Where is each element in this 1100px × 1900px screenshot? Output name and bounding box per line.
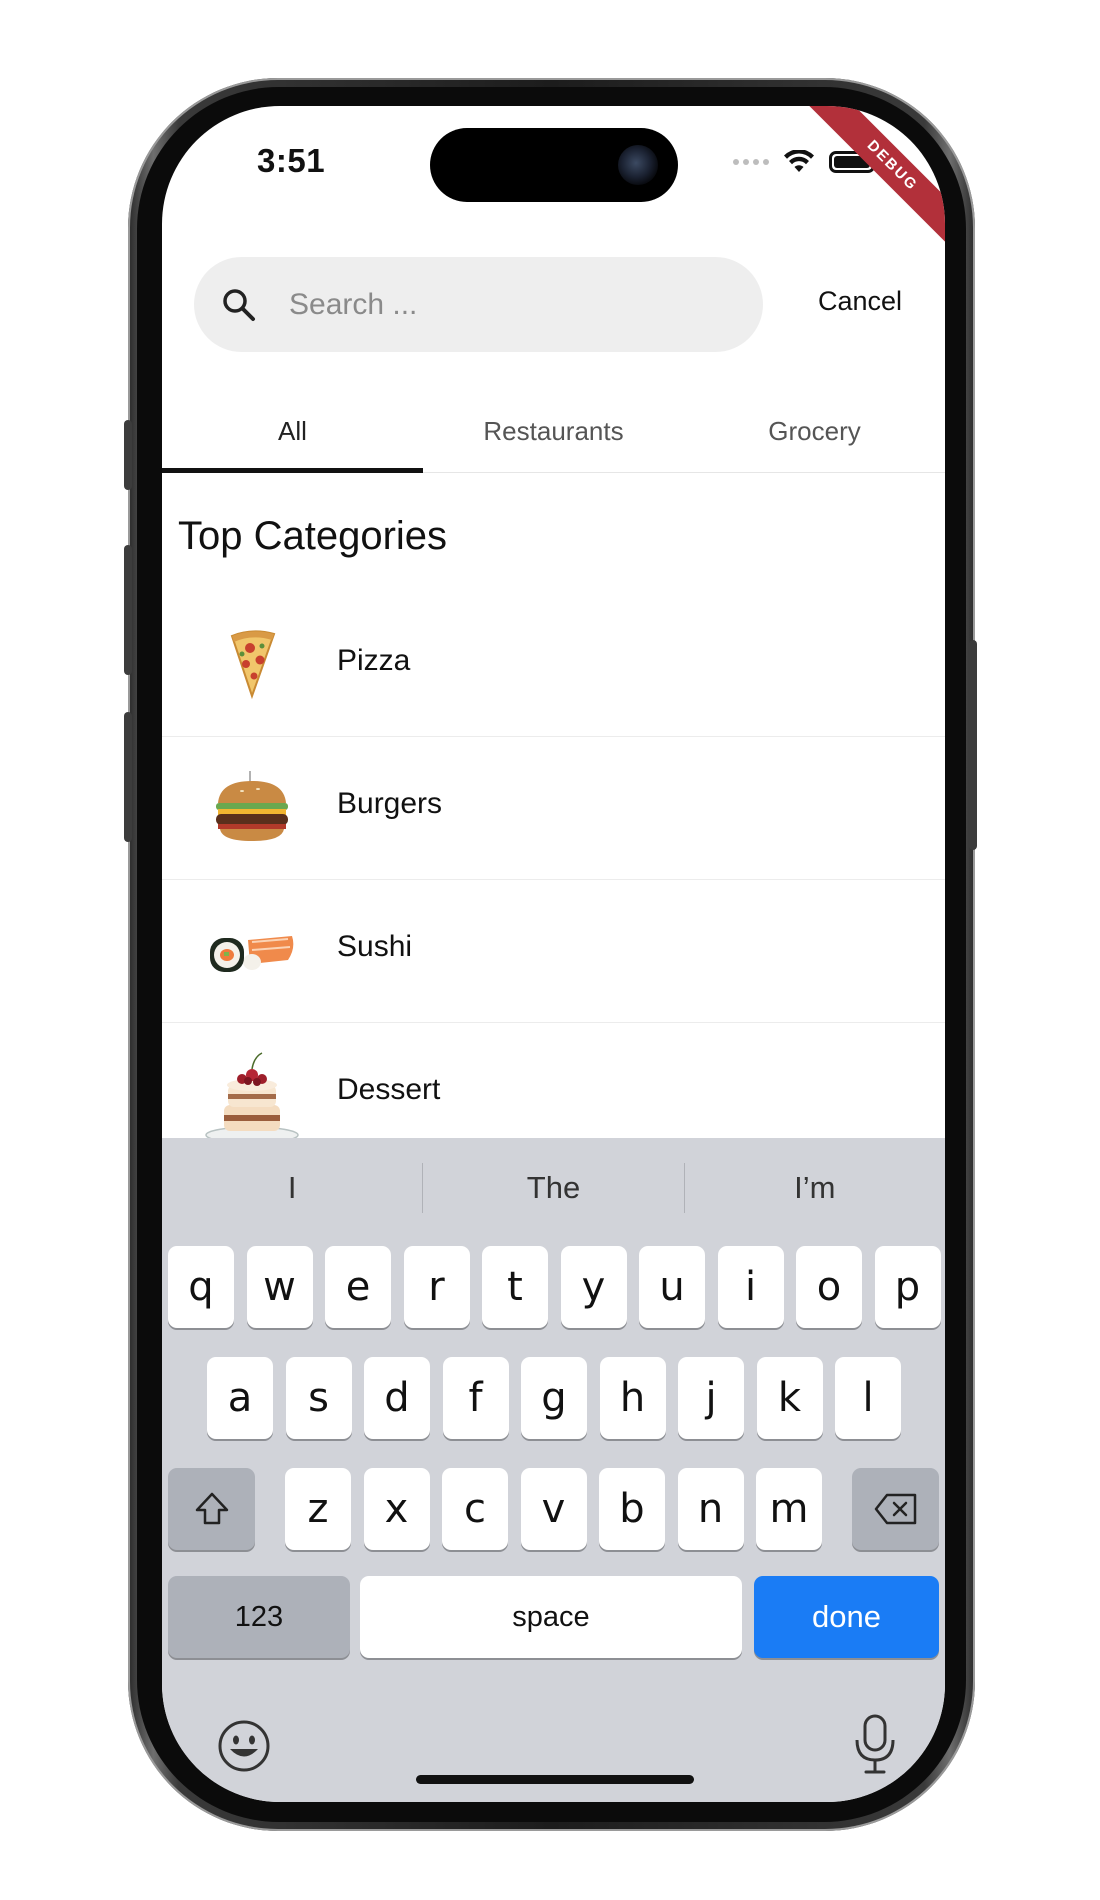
home-indicator[interactable]: [416, 1775, 694, 1784]
power-button: [969, 640, 977, 850]
tab-all[interactable]: All: [162, 393, 423, 473]
category-row-sushi[interactable]: Sushi: [162, 880, 945, 1023]
key-i[interactable]: i: [717, 1246, 784, 1328]
key-z[interactable]: z: [285, 1468, 351, 1550]
wifi-icon: [784, 150, 814, 172]
key-o[interactable]: o: [796, 1246, 862, 1328]
action-button: [124, 420, 132, 490]
key-v[interactable]: v: [520, 1468, 587, 1550]
key-f[interactable]: f: [442, 1357, 509, 1439]
key-k[interactable]: k: [756, 1357, 823, 1439]
sushi-icon: [210, 936, 294, 972]
status-indicators: [733, 150, 879, 174]
key-s[interactable]: s: [285, 1357, 352, 1439]
backspace-key[interactable]: [852, 1468, 939, 1550]
key-t[interactable]: t: [482, 1246, 548, 1328]
category-list: Pizza Burgers Sushi Dessert: [162, 594, 945, 1166]
suggestion-item[interactable]: The: [423, 1170, 683, 1206]
category-label: Pizza: [337, 644, 411, 677]
phone-screen: 3:51 DEBUG Cancel All Restaurants Grocer…: [162, 106, 945, 1802]
key-u[interactable]: u: [639, 1246, 705, 1328]
key-h[interactable]: h: [599, 1357, 666, 1439]
suggestion-bar: I The I’m: [162, 1138, 945, 1238]
key-a[interactable]: a: [207, 1357, 273, 1439]
search-icon: [223, 289, 255, 321]
volume-up-button: [124, 545, 132, 675]
shift-key[interactable]: [168, 1468, 255, 1550]
on-screen-keyboard: I The I’m qwertyuiop asdfghjkl zxcvbnm 123…: [162, 1138, 945, 1802]
key-n[interactable]: n: [677, 1468, 744, 1550]
suggestion-item[interactable]: I’m: [685, 1170, 945, 1206]
cellular-signal-icon: [733, 159, 769, 165]
pizza-icon: [230, 630, 276, 700]
key-m[interactable]: m: [756, 1468, 822, 1550]
key-c[interactable]: c: [442, 1468, 508, 1550]
burger-icon: [216, 771, 288, 841]
key-d[interactable]: d: [364, 1357, 430, 1439]
key-g[interactable]: g: [521, 1357, 587, 1439]
key-b[interactable]: b: [599, 1468, 665, 1550]
key-y[interactable]: y: [560, 1246, 627, 1328]
emoji-icon[interactable]: [216, 1718, 272, 1774]
category-label: Sushi: [337, 930, 413, 963]
key-x[interactable]: x: [363, 1468, 430, 1550]
microphone-icon[interactable]: [852, 1712, 898, 1776]
category-label: Burgers: [337, 787, 443, 820]
cake-icon: [205, 1052, 299, 1144]
dynamic-island: [430, 128, 678, 202]
category-tabs: All Restaurants Grocery: [162, 393, 945, 473]
tab-restaurants[interactable]: Restaurants: [423, 393, 684, 472]
key-l[interactable]: l: [835, 1357, 901, 1439]
key-e[interactable]: e: [325, 1246, 391, 1328]
key-p[interactable]: p: [874, 1246, 941, 1328]
category-label: Dessert: [337, 1073, 441, 1106]
front-camera: [618, 145, 658, 185]
shift-icon: [195, 1492, 228, 1525]
search-input[interactable]: [289, 277, 729, 332]
key-q[interactable]: q: [168, 1246, 234, 1328]
volume-down-button: [124, 712, 132, 842]
space-key[interactable]: space: [360, 1576, 742, 1658]
key-w[interactable]: w: [246, 1246, 313, 1328]
status-time: 3:51: [257, 142, 326, 179]
search-bar[interactable]: [194, 257, 763, 352]
backspace-icon: [874, 1493, 916, 1525]
category-row-burgers[interactable]: Burgers: [162, 737, 945, 880]
category-row-pizza[interactable]: Pizza: [162, 594, 945, 737]
section-title: Top Categories: [178, 514, 448, 558]
key-j[interactable]: j: [678, 1357, 744, 1439]
done-key[interactable]: done: [754, 1576, 939, 1658]
cancel-button[interactable]: Cancel: [818, 286, 902, 317]
suggestion-item[interactable]: I: [162, 1170, 422, 1206]
tab-grocery[interactable]: Grocery: [684, 393, 945, 472]
numbers-key[interactable]: 123: [168, 1576, 350, 1658]
key-r[interactable]: r: [403, 1246, 470, 1328]
